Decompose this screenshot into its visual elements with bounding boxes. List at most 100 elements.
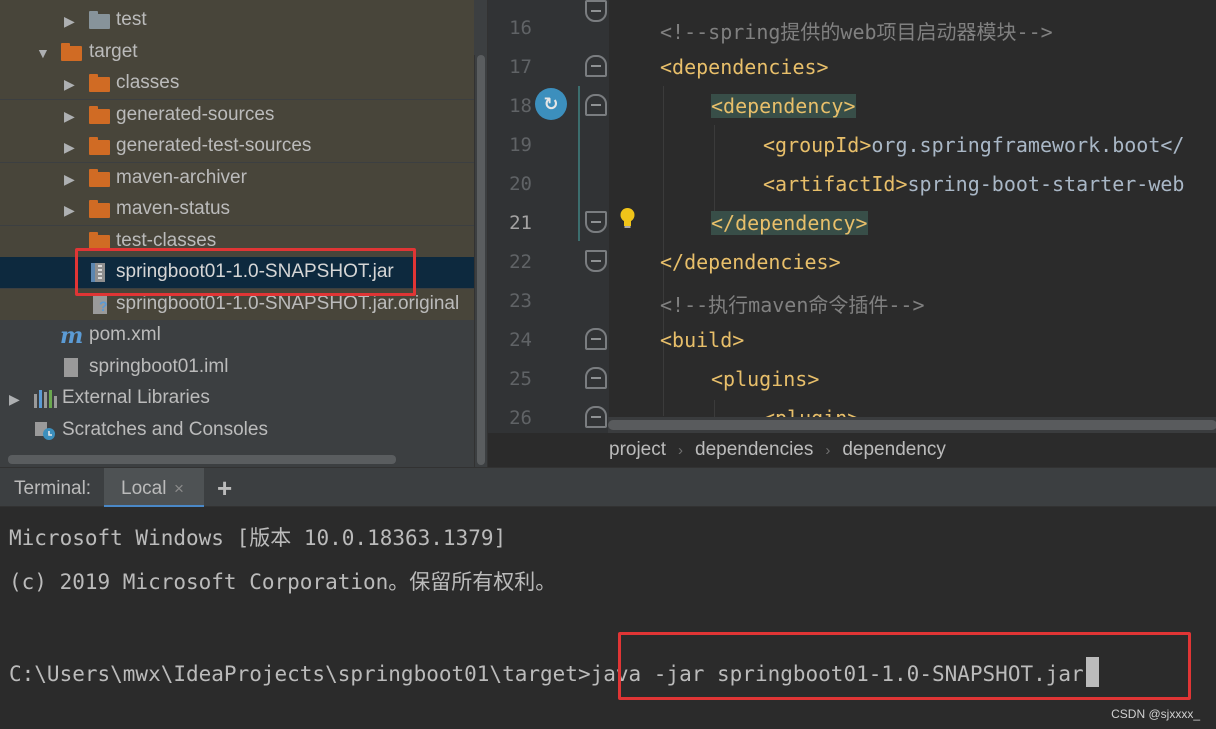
xml-tag: dependencies (684, 250, 829, 274)
scrollbar-thumb[interactable] (477, 55, 485, 465)
code-line-23: <!--执行maven命令插件--> (660, 293, 925, 317)
tree-item-maven-archiver[interactable]: ▶ maven-archiver (0, 163, 474, 194)
question-mark-icon: ? (99, 298, 108, 314)
tag-bracket: > (895, 172, 908, 196)
xml-tag: groupId (775, 133, 860, 157)
tag-bracket: </ (711, 211, 736, 235)
scratches-icon (34, 421, 56, 441)
tab-local[interactable]: Local × (104, 468, 204, 508)
breadcrumb-item-project[interactable]: project (609, 439, 666, 461)
tree-item-target[interactable]: ▼ target (0, 37, 474, 68)
maven-update-icon[interactable]: ↻ (535, 88, 567, 120)
tree-item-generated-test-sources[interactable]: ▶ generated-test-sources (0, 131, 474, 162)
expand-arrow-icon[interactable]: ▶ (64, 140, 76, 154)
tag-bracket: < (660, 328, 673, 352)
watermark: CSDN @sjxxxx_ (1111, 707, 1200, 721)
tree-item-iml[interactable]: springboot01.iml (0, 352, 487, 383)
tree-item-test[interactable]: ▶ test (0, 4, 474, 37)
project-tree: ▶ test ▼ target ▶ classes ▶ generated-so… (0, 0, 487, 467)
tag-bracket: < (711, 367, 724, 391)
tree-item-label: pom.xml (89, 324, 161, 345)
tree-horizontal-scrollbar[interactable] (8, 455, 396, 464)
lightbulb-icon[interactable] (619, 207, 636, 229)
tree-item-label: Scratches and Consoles (62, 419, 268, 440)
folder-orange-icon (89, 169, 110, 187)
line-number: 22 (509, 251, 532, 273)
maven-icon: m (60, 323, 84, 349)
code-line-17: <dependencies> (660, 55, 829, 79)
folder-orange-icon (61, 43, 82, 61)
tree-excluded-strip (0, 0, 474, 4)
xml-tag: dependencies (672, 55, 817, 79)
tag-bracket: > (855, 211, 868, 235)
fold-marker-icon[interactable] (585, 55, 607, 77)
tree-item-generated-sources[interactable]: ▶ generated-sources (0, 100, 474, 131)
xml-text: org.springframework.boot</ (871, 133, 1185, 157)
collapse-arrow-icon[interactable]: ▼ (36, 46, 50, 60)
tag-bracket: > (807, 367, 820, 391)
expand-arrow-icon[interactable]: ▶ (64, 109, 76, 123)
tree-item-label: springboot01-1.0-SNAPSHOT.jar.original (116, 293, 460, 314)
code-line-20: <artifactId>spring-boot-starter-web (763, 172, 1184, 196)
tree-item-label: test (116, 9, 147, 30)
code-line-21: </dependency> (711, 211, 868, 235)
tree-item-label: generated-sources (116, 104, 275, 125)
chevron-right-icon: › (678, 441, 684, 459)
tag-bracket: < (763, 133, 776, 157)
tag-bracket: > (859, 133, 872, 157)
fold-marker-icon[interactable] (585, 0, 607, 22)
tag-bracket: < (660, 55, 673, 79)
tree-item-label: classes (116, 72, 180, 93)
editor-horizontal-scrollbar[interactable] (608, 417, 1216, 433)
xml-tag: plugins (723, 367, 808, 391)
tree-item-label: generated-test-sources (116, 135, 312, 156)
iml-file-icon (64, 358, 78, 377)
scrollbar-thumb[interactable] (608, 420, 1216, 430)
code-line-24: <build> (660, 328, 744, 352)
line-number: 24 (509, 329, 532, 351)
tab-label: Local (121, 478, 167, 499)
tree-item-label: springboot01.iml (89, 356, 229, 377)
matched-tag-highlight: <dependency> (711, 94, 856, 118)
tree-item-classes[interactable]: ▶ classes (0, 68, 474, 99)
tree-vertical-scrollbar[interactable] (474, 55, 487, 467)
fold-marker-icon[interactable] (585, 406, 607, 428)
folder-orange-icon (89, 137, 110, 155)
breadcrumb-item-dependency[interactable]: dependency (842, 439, 946, 461)
line-number: 16 (509, 17, 532, 39)
tag-bracket: > (816, 55, 829, 79)
terminal-line: Microsoft Windows [版本 10.0.18363.1379] (9, 526, 507, 550)
expand-arrow-icon[interactable]: ▶ (64, 203, 76, 217)
expand-arrow-icon[interactable]: ▶ (64, 14, 76, 28)
tree-item-maven-status[interactable]: ▶ maven-status (0, 194, 474, 225)
fold-marker-icon[interactable] (585, 94, 607, 116)
tag-bracket: < (763, 172, 776, 196)
tree-item-pom[interactable]: m pom.xml (0, 320, 487, 351)
xml-tag: dependency (735, 211, 856, 235)
indent-guide (714, 125, 715, 215)
tree-item-scratches[interactable]: Scratches and Consoles (0, 415, 487, 446)
expand-arrow-icon[interactable]: ▶ (64, 172, 76, 186)
fold-marker-icon[interactable] (585, 367, 607, 389)
code-line-19: <groupId>org.springframework.boot</ (763, 133, 1184, 157)
xml-tag: artifactId (775, 172, 896, 196)
fold-marker-icon[interactable] (585, 211, 607, 233)
line-number: 18 (509, 95, 532, 117)
tree-item-external-libraries[interactable]: ▶ External Libraries (0, 383, 487, 414)
line-number: 19 (509, 134, 532, 156)
line-number: 23 (509, 290, 532, 312)
code-editor[interactable]: 16 17 18 19 20 21 22 23 24 25 26 ↻ <!--s… (487, 0, 1216, 433)
add-tab-icon[interactable]: + (217, 473, 232, 504)
folder-orange-icon (89, 74, 110, 92)
current-line-number: 21 (509, 212, 532, 234)
fold-marker-icon[interactable] (585, 250, 607, 272)
expand-arrow-icon[interactable]: ▶ (9, 392, 21, 406)
expand-arrow-icon[interactable]: ▶ (64, 77, 76, 91)
xml-text: spring-boot-starter-web (907, 172, 1185, 196)
breadcrumb-item-dependencies[interactable]: dependencies (695, 439, 813, 461)
terminal-output[interactable]: Microsoft Windows [版本 10.0.18363.1379] (… (0, 507, 1216, 729)
close-icon[interactable]: × (174, 479, 184, 499)
tag-bracket: </ (660, 250, 685, 274)
tree-item-label: target (89, 41, 138, 62)
fold-marker-icon[interactable] (585, 328, 607, 350)
